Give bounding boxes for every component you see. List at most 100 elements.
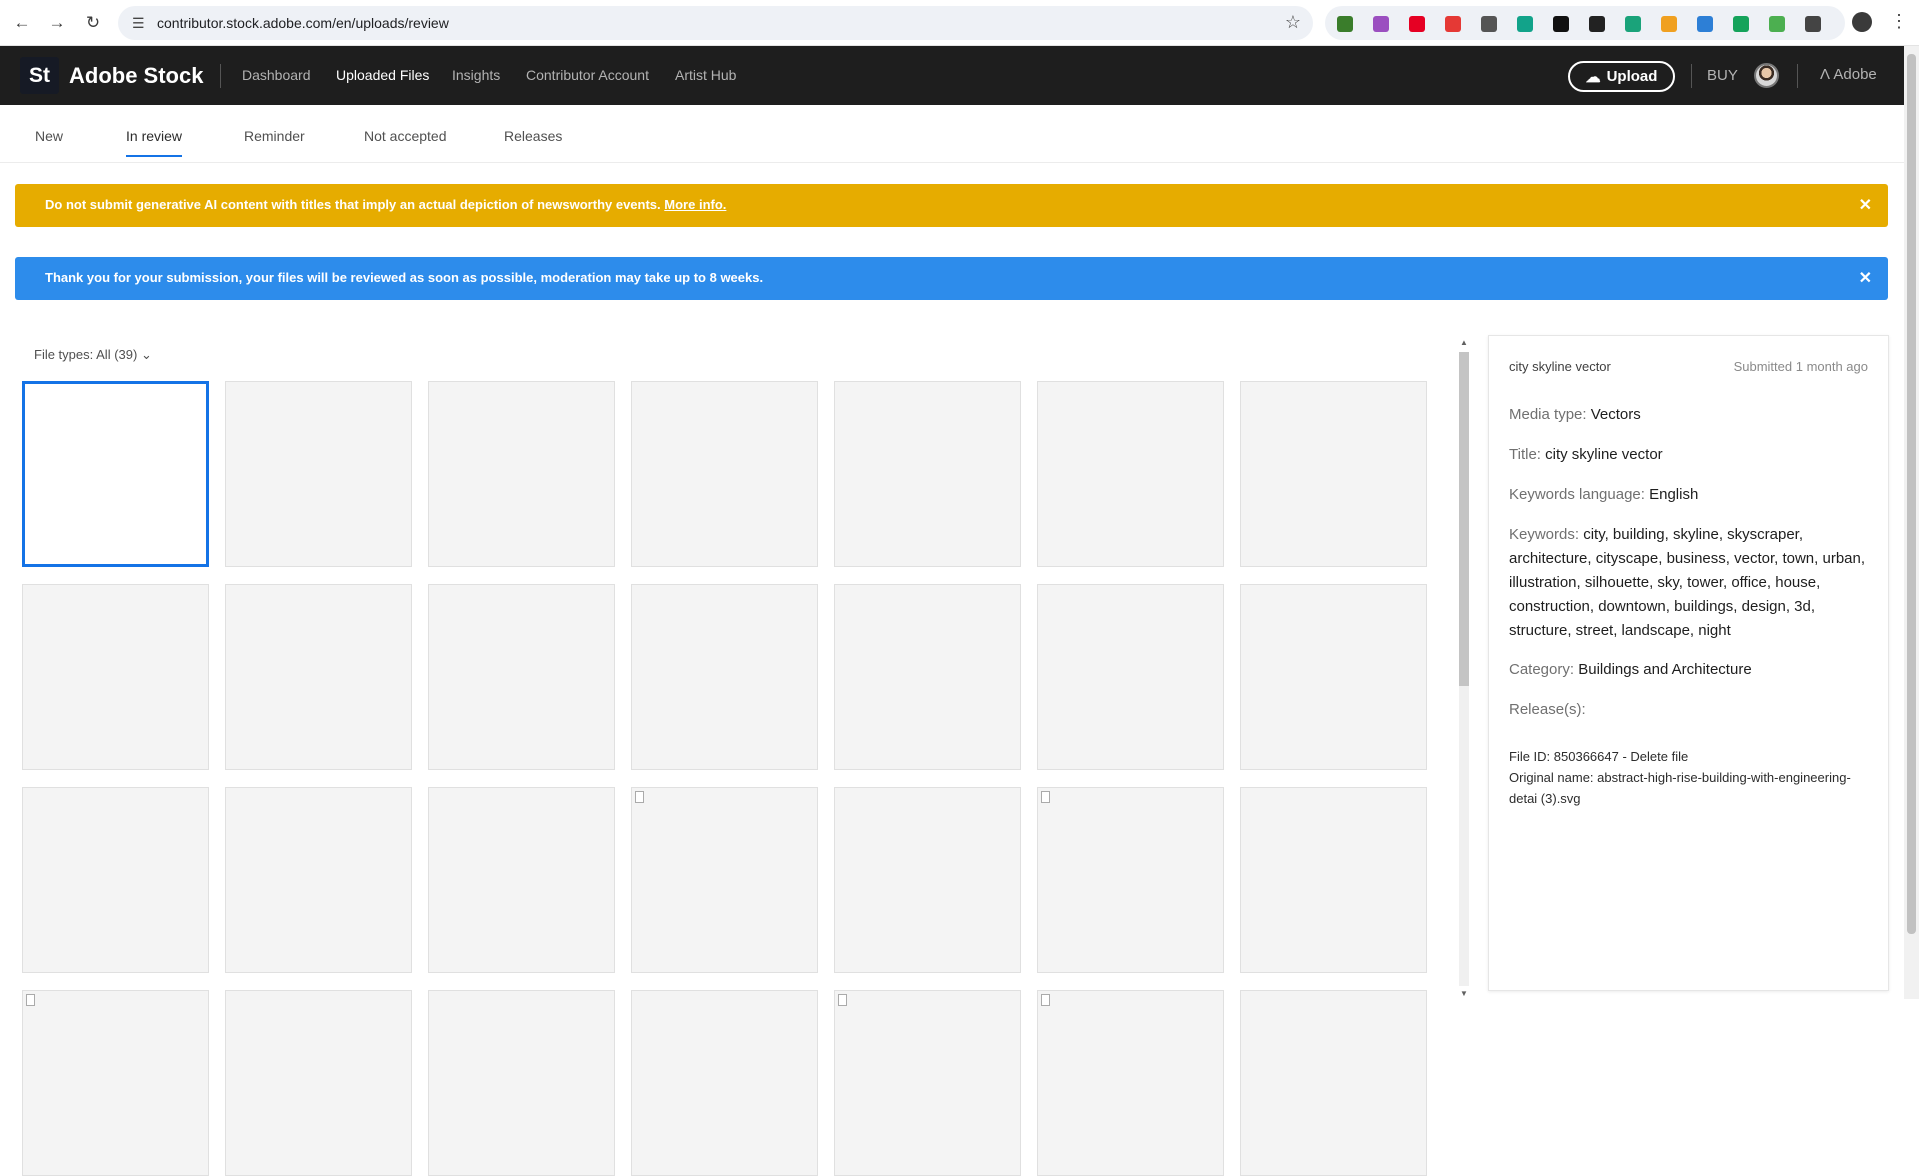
browser-menu-icon[interactable]: ⋮ — [1890, 11, 1908, 32]
category-value: Buildings and Architecture — [1578, 661, 1752, 678]
file-thumbnail[interactable] — [22, 787, 209, 973]
cloud-upload-icon: ☁ — [1585, 68, 1601, 86]
close-icon[interactable]: ✕ — [1859, 268, 1872, 288]
file-thumbnail[interactable] — [1240, 990, 1427, 1176]
upload-button[interactable]: ☁ Upload — [1568, 61, 1675, 92]
adblock-icon[interactable] — [1445, 16, 1461, 32]
file-thumbnail[interactable] — [22, 381, 209, 567]
page-scrollbar-thumb[interactable] — [1907, 54, 1916, 934]
grammarly-icon[interactable] — [1733, 16, 1749, 32]
header-divider — [220, 64, 221, 88]
detail-file-title: city skyline vector — [1509, 359, 1611, 374]
avatar[interactable] — [1754, 63, 1779, 88]
stock-logo[interactable]: St — [20, 57, 59, 94]
scrollbar-thumb[interactable] — [1459, 352, 1469, 686]
app-header: St Adobe Stock Dashboard Uploaded Files … — [0, 46, 1904, 105]
extension-1-icon[interactable] — [1337, 16, 1353, 32]
media-type-label: Media type: — [1509, 406, 1587, 423]
file-thumbnail[interactable] — [631, 381, 818, 567]
tab-reminder[interactable]: Reminder — [244, 128, 305, 144]
broken-image-icon — [26, 994, 35, 1006]
file-thumbnail[interactable] — [428, 584, 615, 770]
forward-icon[interactable]: → — [46, 12, 68, 34]
pinterest-icon[interactable] — [1409, 16, 1425, 32]
file-thumbnail[interactable] — [225, 787, 412, 973]
url-text[interactable]: contributor.stock.adobe.com/en/uploads/r… — [157, 15, 449, 31]
extension-5-icon[interactable] — [1481, 16, 1497, 32]
file-thumbnail[interactable] — [1037, 381, 1224, 567]
warning-message: Do not submit generative AI content with… — [45, 197, 726, 212]
file-thumbnail[interactable] — [1240, 787, 1427, 973]
file-thumbnail[interactable] — [428, 990, 615, 1176]
file-thumbnail[interactable] — [428, 381, 615, 567]
file-thumbnail[interactable] — [225, 990, 412, 1176]
more-info-link[interactable]: More info. — [664, 197, 726, 212]
keywords-language-label: Keywords language: — [1509, 486, 1645, 503]
chevron-down-icon: ⌄ — [140, 347, 152, 362]
extension-6-icon[interactable] — [1517, 16, 1533, 32]
tab-releases[interactable]: Releases — [504, 128, 562, 144]
back-icon[interactable]: ← — [11, 12, 33, 34]
extension-2-icon[interactable] — [1373, 16, 1389, 32]
file-thumbnail[interactable] — [834, 381, 1021, 567]
file-thumbnail[interactable] — [834, 584, 1021, 770]
keywords-label: Keywords: — [1509, 526, 1580, 543]
media-type-field: Media type: Vectors — [1509, 403, 1869, 427]
file-thumbnail[interactable] — [225, 584, 412, 770]
file-thumbnail[interactable] — [1037, 584, 1224, 770]
upload-status-tabs: New In review Reminder Not accepted Rele… — [0, 105, 1904, 163]
file-type-filter[interactable]: File types: All (39) ⌄ — [34, 347, 152, 363]
site-info-icon[interactable]: ☰ — [132, 15, 145, 32]
extension-13-icon[interactable] — [1769, 16, 1785, 32]
tab-in-review[interactable]: In review — [126, 128, 183, 157]
file-thumbnail[interactable] — [1240, 381, 1427, 567]
file-thumbnail[interactable] — [1037, 990, 1224, 1176]
reload-icon[interactable]: ↻ — [82, 12, 104, 34]
file-thumbnail[interactable] — [428, 787, 615, 973]
file-thumbnail[interactable] — [22, 990, 209, 1176]
bookmark-star-icon[interactable]: ☆ — [1285, 12, 1301, 33]
file-thumbnail[interactable] — [1240, 584, 1427, 770]
address-bar[interactable]: ☰ contributor.stock.adobe.com/en/uploads… — [118, 6, 1313, 40]
close-icon[interactable]: ✕ — [1859, 195, 1872, 215]
scroll-down-icon[interactable]: ▼ — [1460, 989, 1468, 998]
file-thumbnail[interactable] — [631, 584, 818, 770]
nav-artist-hub[interactable]: Artist Hub — [675, 67, 736, 83]
file-thumbnail[interactable] — [1037, 787, 1224, 973]
nav-dashboard[interactable]: Dashboard — [242, 67, 311, 83]
header-divider — [1797, 64, 1798, 88]
media-type-value: Vectors — [1590, 406, 1641, 423]
tab-new[interactable]: New — [35, 128, 63, 144]
tab-not-accepted[interactable]: Not accepted — [364, 128, 447, 144]
file-thumbnail[interactable] — [834, 787, 1021, 973]
extension-7-icon[interactable] — [1553, 16, 1569, 32]
releases-label: Release(s): — [1509, 701, 1586, 718]
upload-button-label: Upload — [1606, 68, 1658, 85]
file-thumbnail[interactable] — [631, 787, 818, 973]
puzzle-icon[interactable] — [1805, 16, 1821, 32]
category-label: Category: — [1509, 661, 1575, 678]
info-message: Thank you for your submission, your file… — [45, 270, 764, 285]
detail-submitted-time: Submitted 1 month ago — [1733, 359, 1868, 374]
brand-name[interactable]: Adobe Stock — [69, 63, 203, 89]
adobe-link[interactable]: Λ Adobe — [1820, 66, 1877, 83]
file-thumbnail[interactable] — [225, 381, 412, 567]
scroll-up-icon[interactable]: ▲ — [1460, 338, 1468, 347]
page-scrollbar[interactable] — [1904, 46, 1919, 999]
nav-insights[interactable]: Insights — [452, 67, 500, 83]
grid-scrollbar[interactable]: ▲ ▼ — [1459, 338, 1469, 999]
extension-11-icon[interactable] — [1697, 16, 1713, 32]
buy-link[interactable]: BUY — [1707, 67, 1738, 84]
file-type-filter-label: File types: All (39) — [34, 347, 138, 362]
file-id-line[interactable]: File ID: 850366647 - Delete file — [1509, 746, 1869, 767]
file-thumbnail[interactable] — [631, 990, 818, 1176]
extension-9-icon[interactable] — [1625, 16, 1641, 32]
file-thumbnail[interactable] — [834, 990, 1021, 1176]
file-thumbnail[interactable] — [22, 584, 209, 770]
nav-uploaded-files[interactable]: Uploaded Files — [336, 67, 429, 83]
nav-contributor-account[interactable]: Contributor Account — [526, 67, 649, 83]
profile-extension-icon[interactable] — [1852, 12, 1872, 32]
extension-8-icon[interactable] — [1589, 16, 1605, 32]
broken-image-icon — [838, 994, 847, 1006]
extension-10-icon[interactable] — [1661, 16, 1677, 32]
